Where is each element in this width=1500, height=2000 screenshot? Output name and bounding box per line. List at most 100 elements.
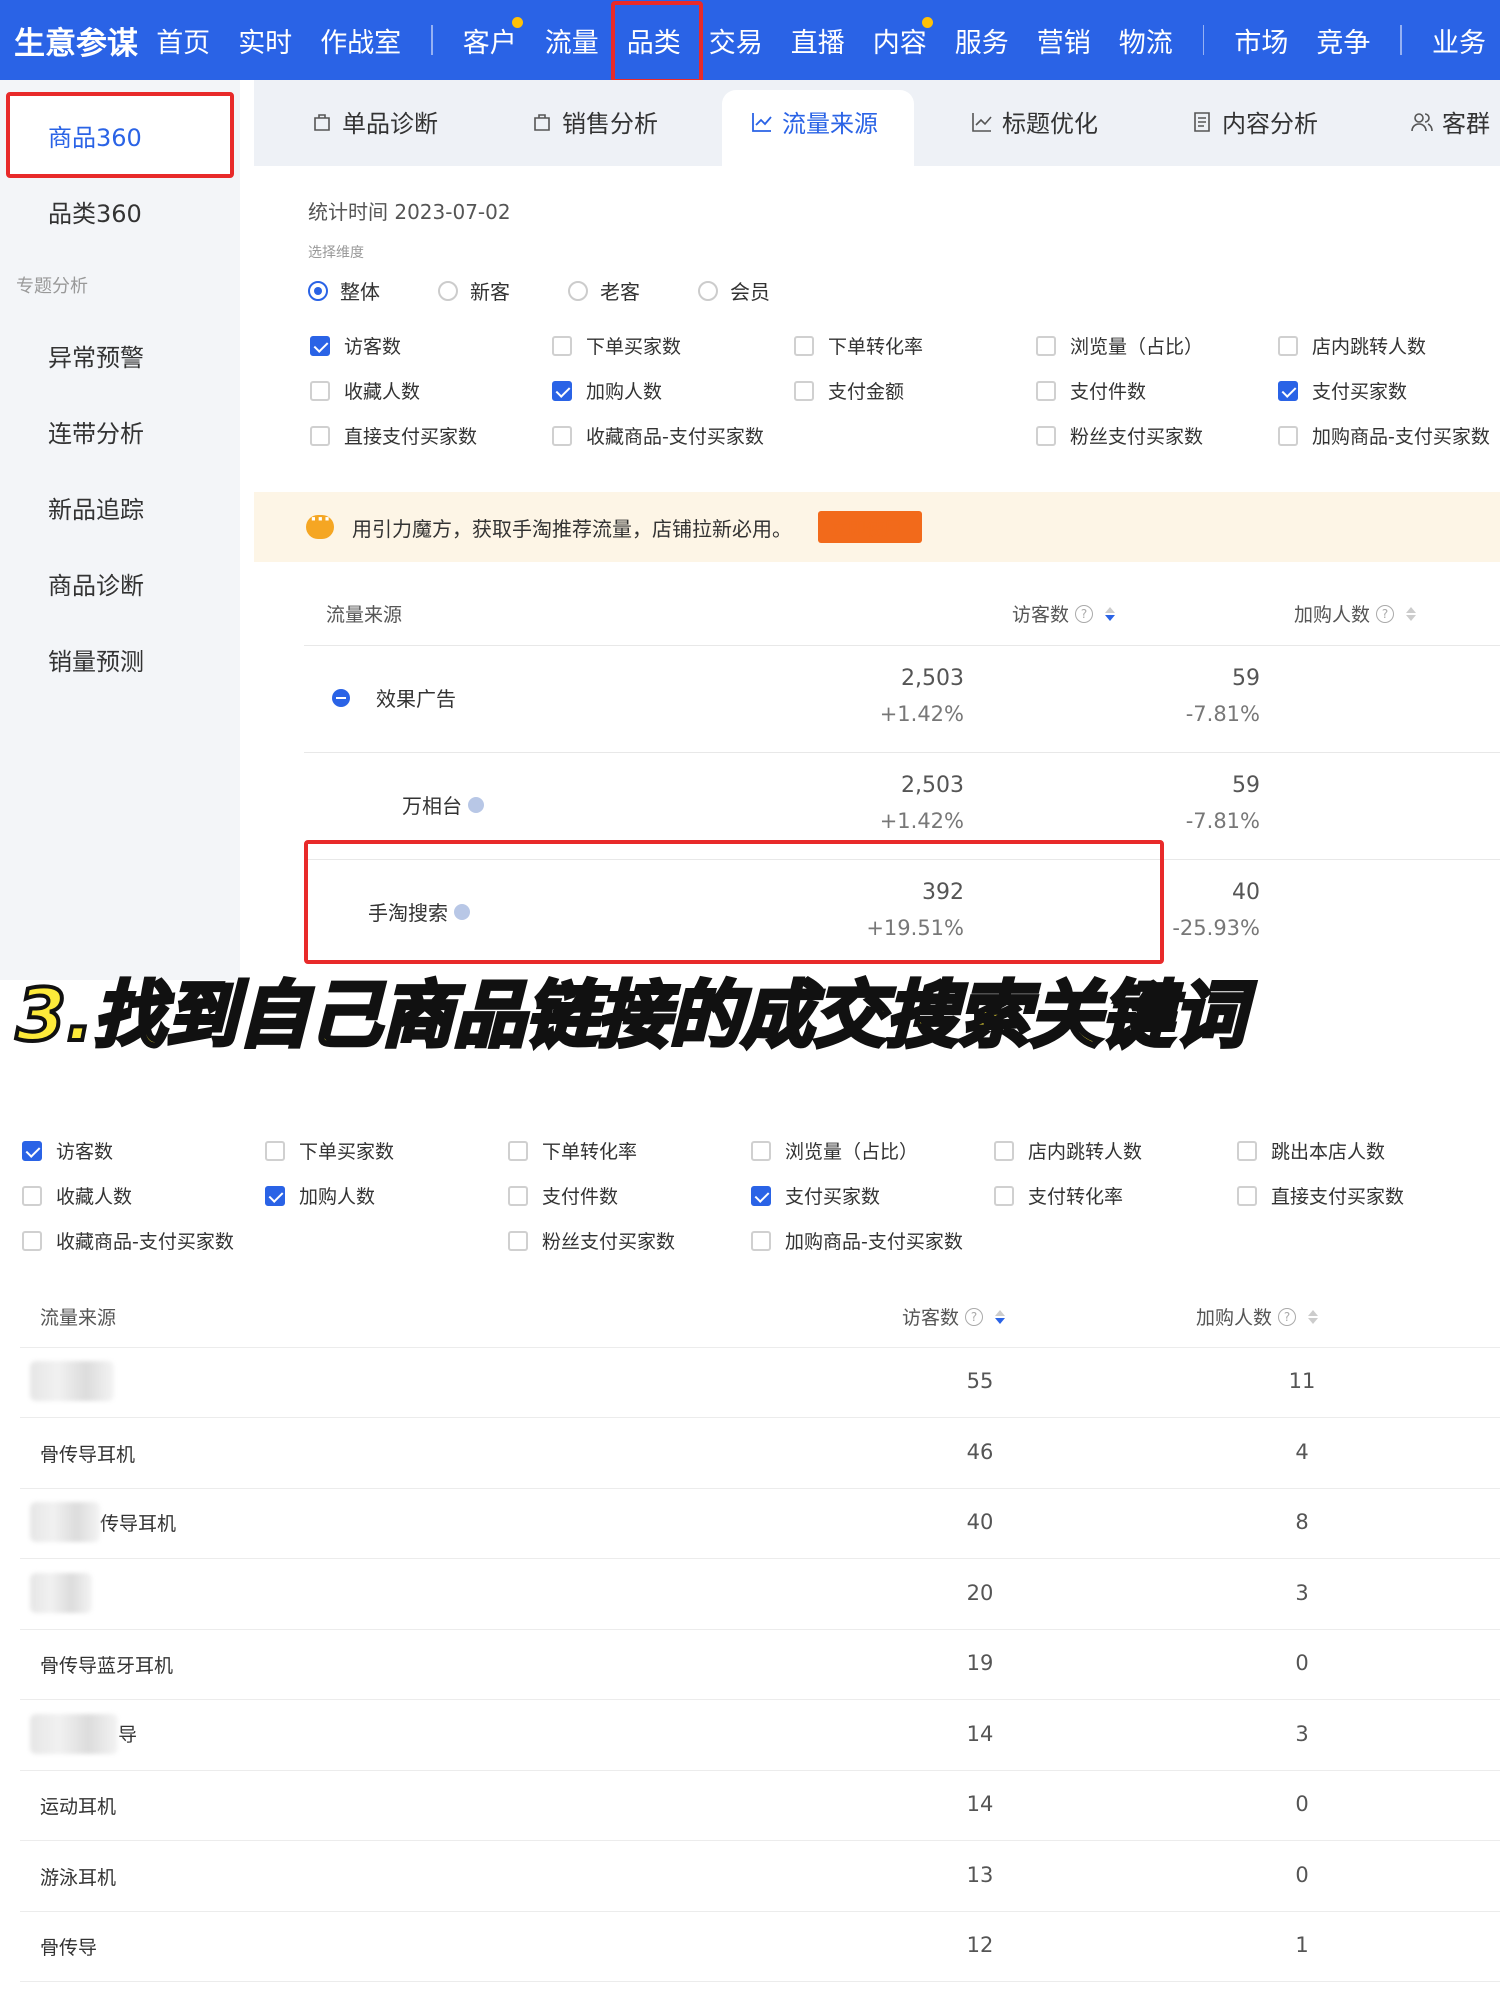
- tab-label: 标题优化: [1002, 110, 1098, 138]
- nav-realtime[interactable]: 实时: [234, 21, 296, 60]
- sidebar-item-category360[interactable]: 品类360: [48, 194, 142, 229]
- metric-label: 收藏人数: [56, 1186, 133, 1208]
- metric-checkbox[interactable]: 支付买家数: [751, 1182, 880, 1209]
- banner-button[interactable]: 立即使用: [818, 511, 922, 543]
- nav-live[interactable]: 直播: [787, 21, 849, 60]
- metric-checkbox[interactable]: 浏览量（占比）: [751, 1137, 918, 1164]
- metric-checkbox[interactable]: 店内跳转人数: [1278, 332, 1426, 359]
- metric-checkbox[interactable]: 收藏人数: [22, 1182, 132, 1209]
- help-icon[interactable]: ?: [1376, 604, 1395, 623]
- info-icon[interactable]: [454, 903, 470, 920]
- nav-war-room[interactable]: 作战室: [316, 21, 405, 60]
- metric-checkbox[interactable]: 访客数: [22, 1137, 113, 1164]
- metric-checkbox[interactable]: 店内跳转人数: [994, 1137, 1142, 1164]
- visitors-value: 392: [922, 880, 964, 905]
- metric-checkbox[interactable]: 直接支付买家数: [310, 422, 477, 449]
- column-header-visitors[interactable]: 访客数 ?: [902, 1303, 1006, 1330]
- column-header-addcart[interactable]: 加购人数 ?: [1196, 1303, 1319, 1330]
- metric-checkbox[interactable]: 支付件数: [1036, 377, 1146, 404]
- brand-logo[interactable]: 生意参谋: [14, 18, 142, 63]
- metric-checkbox[interactable]: 支付买家数: [1278, 377, 1407, 404]
- metric-checkbox[interactable]: 加购商品-支付买家数: [1278, 422, 1490, 449]
- sidebar-item-forecast[interactable]: 销量预测: [48, 642, 144, 677]
- source-label: 万相台: [402, 794, 462, 818]
- metric-checkbox[interactable]: 浏览量（占比）: [1036, 332, 1203, 359]
- source-label: 手淘搜索: [368, 901, 448, 925]
- nav-marketing[interactable]: 营销: [1033, 21, 1095, 60]
- radio-overall[interactable]: 整体: [308, 276, 380, 305]
- checkbox-icon: [794, 380, 814, 401]
- metric-checkbox[interactable]: 下单买家数: [265, 1137, 394, 1164]
- metric-checkbox[interactable]: 加购人数: [552, 377, 662, 404]
- nav-customers[interactable]: 客户: [459, 16, 523, 60]
- metric-checkbox[interactable]: 跳出本店人数: [1237, 1137, 1385, 1164]
- metric-label: 收藏商品-支付买家数: [586, 426, 764, 448]
- sort-icon[interactable]: [1406, 606, 1417, 621]
- metric-checkbox[interactable]: 加购商品-支付买家数: [751, 1227, 963, 1254]
- sort-icon[interactable]: [995, 1309, 1006, 1324]
- metric-checkbox[interactable]: 支付转化率: [994, 1182, 1123, 1209]
- nav-traffic[interactable]: 流量: [541, 21, 603, 60]
- info-icon[interactable]: [468, 796, 484, 813]
- column-header-source: 流量来源: [40, 1307, 117, 1329]
- nav-logistics[interactable]: 物流: [1115, 21, 1177, 60]
- radio-new-customer[interactable]: 新客: [438, 276, 510, 305]
- stat-time: 统计时间 2023-07-02: [308, 200, 511, 224]
- column-header-visitors[interactable]: 访客数 ?: [1012, 600, 1116, 627]
- visitors-value: 2,503: [901, 773, 964, 798]
- metric-checkbox[interactable]: 下单转化率: [508, 1137, 637, 1164]
- metric-checkbox[interactable]: 下单买家数: [552, 332, 681, 359]
- nav-category[interactable]: 品类: [610, 0, 703, 80]
- metric-checkbox[interactable]: 直接支付买家数: [1237, 1182, 1404, 1209]
- help-icon[interactable]: ?: [1278, 1307, 1297, 1326]
- chat-bubble-icon: [306, 509, 334, 539]
- metric-checkbox[interactable]: 支付金额: [794, 377, 904, 404]
- radio-old-customer[interactable]: 老客: [568, 276, 640, 305]
- nav-trade[interactable]: 交易: [705, 21, 767, 60]
- sort-icon[interactable]: [1308, 1309, 1319, 1324]
- tab-content-analysis[interactable]: 内容分析: [1190, 104, 1318, 139]
- nav-market[interactable]: 市场: [1230, 21, 1292, 60]
- keyword-label: 骨传导: [40, 1937, 98, 1959]
- metric-checkbox[interactable]: 加购人数: [265, 1182, 375, 1209]
- checkbox-icon: [22, 1140, 42, 1161]
- nav-customers-label: 客户: [462, 27, 517, 59]
- help-icon[interactable]: ?: [965, 1307, 984, 1326]
- visitors-value: 20: [966, 1580, 994, 1605]
- column-header-addcart[interactable]: 加购人数 ?: [1294, 600, 1417, 627]
- metric-checkbox[interactable]: 访客数: [310, 332, 401, 359]
- nav-business[interactable]: 业务: [1428, 21, 1490, 60]
- metric-checkbox[interactable]: 收藏人数: [310, 377, 420, 404]
- tab-single-diagnosis[interactable]: 单品诊断: [310, 104, 438, 139]
- metric-checkbox[interactable]: 收藏商品-支付买家数: [552, 422, 764, 449]
- sidebar-item-diagnosis[interactable]: 商品诊断: [48, 566, 144, 601]
- metric-label: 访客数: [344, 336, 402, 358]
- nav-content[interactable]: 内容: [869, 16, 933, 60]
- nav-competition[interactable]: 竞争: [1312, 21, 1374, 60]
- addcart-value: 4: [1295, 1439, 1309, 1464]
- metric-checkbox[interactable]: 粉丝支付买家数: [508, 1227, 675, 1254]
- checkbox-icon: [751, 1185, 771, 1206]
- tab-title-optimize[interactable]: 标题优化: [970, 104, 1098, 139]
- sidebar-item-product360[interactable]: 商品360: [48, 118, 142, 153]
- metric-checkbox[interactable]: 粉丝支付买家数: [1036, 422, 1203, 449]
- collapse-icon[interactable]: [332, 688, 350, 707]
- tab-traffic-source[interactable]: 流量来源: [750, 104, 878, 139]
- tab-audience[interactable]: 客群: [1410, 104, 1490, 139]
- sidebar-item-association[interactable]: 连带分析: [48, 414, 144, 449]
- metric-checkbox[interactable]: 支付件数: [508, 1182, 618, 1209]
- sort-icon[interactable]: [1105, 606, 1116, 621]
- nav-home[interactable]: 首页: [152, 21, 214, 60]
- radio-member[interactable]: 会员: [698, 276, 770, 305]
- tab-sales-analysis[interactable]: 销售分析: [530, 104, 658, 139]
- sidebar-item-anomaly[interactable]: 异常预警: [48, 338, 144, 373]
- divider: [304, 752, 1500, 753]
- nav-service[interactable]: 服务: [951, 21, 1013, 60]
- radio-circle: [698, 280, 718, 301]
- table-row-name[interactable]: 效果广告: [332, 683, 456, 712]
- sidebar-item-new-product[interactable]: 新品追踪: [48, 490, 144, 525]
- help-icon[interactable]: ?: [1075, 604, 1094, 623]
- addcart-change: -7.81%: [1185, 809, 1260, 833]
- metric-checkbox[interactable]: 收藏商品-支付买家数: [22, 1227, 234, 1254]
- metric-checkbox[interactable]: 下单转化率: [794, 332, 923, 359]
